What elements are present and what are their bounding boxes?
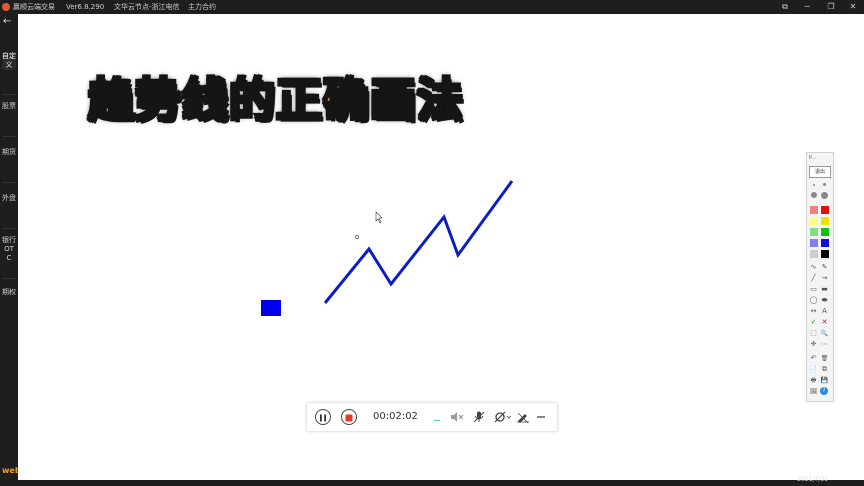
audio-level-icon: ▁ [433,412,441,421]
color-swatch-gray[interactable] [810,250,818,258]
stop-icon [345,414,353,422]
color-swatch-light-red[interactable] [810,206,818,214]
speaker-mute-button[interactable] [449,403,465,431]
pencil-tool-icon[interactable]: ✎ [820,263,829,272]
minimize-recorder-button[interactable] [535,403,547,431]
print-icon[interactable]: 🖶 [809,376,818,385]
mouse-cursor-icon [375,211,383,224]
rectangle-tool-icon[interactable]: ▭ [809,285,818,294]
annotation-pen-button[interactable] [515,403,531,431]
pen-size-medium-icon[interactable] [823,183,826,186]
color-swatch-yellow[interactable] [821,217,829,225]
small-dot-marker [355,235,359,239]
color-swatch-green[interactable] [821,228,829,236]
pen-toolbox: P... 退出 ∿ ✎ ╱ → ▭ ▬ ◯ ⬬ ↔ A ✓ ✕ ⬚ 🔍 ✚ ⋯ … [806,152,834,402]
dashed-line-tool-icon[interactable]: ⋯ [820,340,829,349]
color-swatch-light-yellow[interactable] [810,217,818,225]
crosshair-tool-icon[interactable]: ✚ [809,340,818,349]
text-tool-icon[interactable]: A [820,307,829,316]
color-swatch-blue[interactable] [821,239,829,247]
pause-button[interactable] [315,409,331,425]
blue-rectangle-marker [261,300,281,316]
stop-recording-button[interactable] [341,409,357,425]
volume-muted-icon [451,412,464,422]
toolbox-title: P... [809,155,817,161]
help-icon[interactable]: ? [820,387,828,395]
microphone-button[interactable] [471,403,487,431]
freehand-tool-icon[interactable]: ∿ [809,263,818,272]
screen-recorder-bar: 00:02:02 ▁ [306,402,558,432]
undo-icon[interactable]: ↶ [809,354,818,363]
ellipse-tool-icon[interactable]: ◯ [809,296,818,305]
recording-timer: 00:02:02 [373,411,418,422]
zoom-tool-icon[interactable]: 🔍 [820,329,829,338]
select-region-tool-icon[interactable]: ⬚ [809,329,818,338]
color-swatch-red[interactable] [821,206,829,214]
color-swatch-light-blue[interactable] [810,239,818,247]
arrow-tool-icon[interactable]: → [820,274,829,283]
trash-icon[interactable]: 🗑 [820,354,829,363]
cross-mark-tool-icon[interactable]: ✕ [820,318,829,327]
copy-icon[interactable]: ⧉ [820,365,829,374]
pen-size-xlarge-icon[interactable] [821,192,828,199]
minimize-icon [537,416,545,418]
toolbox-exit-button[interactable]: 退出 [809,166,831,178]
filled-rectangle-tool-icon[interactable]: ▬ [820,285,829,294]
camera-toggle-button[interactable] [493,403,513,431]
line-tool-icon[interactable]: ╱ [809,274,818,283]
save-icon[interactable]: 💾 [820,376,829,385]
taskbar-date: 2021/7/31 [797,476,828,483]
pause-icon [320,414,326,422]
camera-off-icon [494,411,512,423]
trend-line-stroke [323,180,514,304]
taskbar [18,480,864,486]
microphone-icon [473,411,485,423]
color-swatch-light-green[interactable] [810,228,818,236]
new-page-icon[interactable]: 📄 [809,365,818,374]
double-arrow-tool-icon[interactable]: ↔ [809,307,818,316]
image-icon[interactable]: 🖼 [809,387,818,396]
filled-ellipse-tool-icon[interactable]: ⬬ [820,296,829,305]
pen-size-large-icon[interactable] [811,192,817,198]
pen-size-small-icon[interactable] [813,184,815,186]
color-swatch-black[interactable] [821,250,829,258]
pen-off-icon [517,412,529,424]
check-mark-tool-icon[interactable]: ✓ [809,318,818,327]
